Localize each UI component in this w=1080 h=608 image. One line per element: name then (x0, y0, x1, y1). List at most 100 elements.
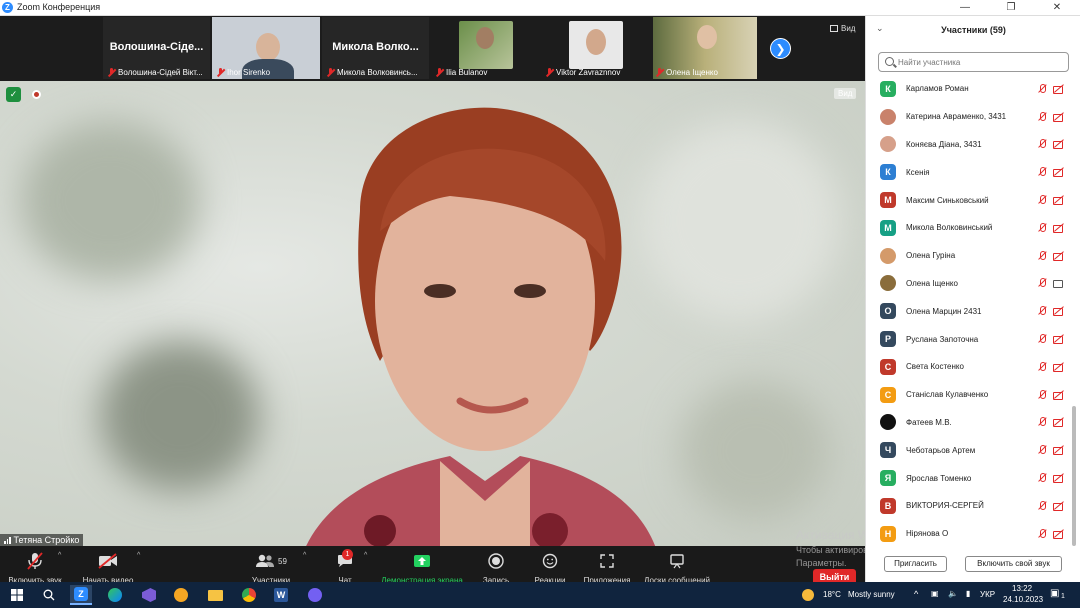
participant-row[interactable]: К Карламов Роман (866, 75, 1071, 103)
mic-muted-icon (1037, 222, 1047, 233)
view-button-main[interactable]: Вид (834, 88, 857, 99)
mic-muted-icon (1037, 83, 1047, 94)
weather-text: Mostly sunny (848, 590, 895, 599)
search-input[interactable] (898, 55, 1066, 69)
speaker-name-tag: Тетяна Стройко (0, 534, 84, 546)
close-icon[interactable]: ✕ (1034, 0, 1080, 16)
invite-button[interactable]: Пригласить (884, 556, 947, 572)
participant-row[interactable]: Я Ярослав Томенко (866, 464, 1071, 492)
chevron-up-icon[interactable]: ^ (914, 589, 918, 599)
mic-muted-icon (1037, 139, 1047, 149)
participant-row[interactable]: М Микола Волковинський (866, 214, 1071, 242)
chevron-up-icon[interactable]: ^ (58, 552, 61, 559)
avatar: Р (880, 331, 896, 348)
apps-button[interactable]: Приложения (580, 550, 634, 585)
shield-icon[interactable]: ✓ (6, 87, 21, 102)
chat-button[interactable]: 1 Чат (330, 549, 360, 585)
chevron-right-icon[interactable]: ❯ (770, 38, 791, 59)
camera-off-icon (1053, 84, 1065, 94)
notification-icon[interactable]: ▣ (1050, 588, 1059, 599)
title-bar: Z Zoom Конференция — ❐ ✕ (0, 0, 1080, 16)
mic-muted-icon (326, 68, 335, 77)
reactions-button[interactable]: Реакции (530, 550, 570, 585)
participant-row[interactable]: Катерина Авраменко, 3431 (866, 103, 1071, 131)
avatar: М (880, 219, 896, 236)
battery-icon[interactable]: ▮ (966, 589, 970, 598)
chevron-up-icon[interactable]: ^ (137, 552, 140, 559)
search-icon[interactable] (38, 585, 60, 605)
view-button-top[interactable]: Вид (830, 24, 855, 33)
chevron-up-icon[interactable]: ^ (364, 552, 367, 559)
restore-icon[interactable]: ❐ (988, 0, 1034, 16)
participant-face (476, 27, 494, 49)
app-triangle-icon[interactable] (170, 585, 192, 605)
mic-muted-icon (216, 68, 225, 77)
mic-muted-icon (1037, 334, 1047, 344)
file-explorer-icon[interactable] (204, 585, 226, 605)
clock-date[interactable]: 24.10.2023 (1003, 595, 1043, 604)
unmute-button[interactable]: Включить звук (4, 550, 66, 585)
mic-muted-icon (435, 68, 444, 77)
participant-search[interactable] (878, 52, 1069, 72)
mic-muted-icon (1037, 445, 1047, 455)
apps-icon-wrap (580, 550, 634, 572)
participant-row[interactable]: К Ксенія (866, 158, 1071, 186)
video-thumbnail[interactable]: Ihor Sirenko (212, 17, 320, 79)
chevron-up-icon[interactable]: ^ (303, 552, 306, 559)
participant-name: Света Костенко (906, 362, 964, 372)
video-thumbnail[interactable]: Ilia Bulanov (431, 17, 539, 79)
participant-name: ВИКТОРИЯ-СЕРГЕЙ (906, 501, 984, 511)
participants-count: 59 (278, 556, 287, 566)
participant-row[interactable]: О Олена Марцин 2431 (866, 297, 1071, 325)
share-screen-button[interactable]: Демонстрация экрана (378, 550, 466, 585)
thumbnail-big-name: Волошина-Сіде... (109, 41, 204, 53)
network-icon[interactable]: ▣ (931, 589, 939, 598)
chat-icon-wrap: 1 (330, 549, 360, 572)
weather-sun-icon[interactable] (800, 585, 816, 605)
participant-row[interactable]: Коняєва Діана, 3431 (866, 131, 1071, 159)
participant-row[interactable]: Р Руслана Запоточна (866, 325, 1071, 353)
chrome-icon[interactable] (238, 585, 260, 605)
minimize-icon[interactable]: — (942, 0, 988, 16)
clock-time[interactable]: 13:22 (1012, 584, 1032, 593)
avatar: С (880, 358, 896, 375)
participant-row[interactable]: Олена Гуріна (866, 242, 1071, 270)
start-video-button[interactable]: Начать видео (80, 550, 136, 585)
participant-row[interactable]: Н Нірянова О (866, 520, 1071, 548)
video-thumbnail[interactable]: Микола Волко... Микола Волковинсь... (322, 17, 429, 79)
participants-button[interactable]: 59 Участники (248, 550, 294, 585)
participant-row[interactable]: М Максим Синьковський (866, 186, 1071, 214)
participants-icon-wrap: 59 (248, 550, 294, 572)
participant-row[interactable]: Ч Чеботарьов Артем (866, 436, 1071, 464)
video-thumbnail[interactable]: Волошина-Сіде... Волошина-Сідей Вікт... (103, 17, 210, 79)
participant-row[interactable]: В ВИКТОРИЯ-СЕРГЕЙ (866, 492, 1071, 520)
edge-browser-icon[interactable] (104, 585, 126, 605)
participant-row[interactable]: С Станіслав Кулавченко (866, 381, 1071, 409)
people-icon (256, 554, 275, 567)
speaker-name: Тетяна Стройко (13, 535, 80, 545)
window-title: Zoom Конференция (17, 2, 101, 12)
zoom-app-icon[interactable]: Z (70, 585, 92, 605)
visual-studio-icon[interactable] (138, 585, 160, 605)
camera-icon-wrap (80, 550, 136, 572)
whiteboards-button[interactable]: Доски сообщений (640, 550, 714, 585)
unmute-self-button[interactable]: Включить свой звук (965, 556, 1062, 572)
video-thumbnail[interactable]: Олена Іщенко (651, 17, 759, 79)
record-button[interactable]: Запись (478, 550, 514, 585)
word-icon[interactable]: W (270, 585, 292, 605)
thumbnail-label-wrap: Viktor Zavraznnov (545, 68, 620, 77)
grid-view-icon (830, 25, 838, 32)
panel-scrollbar[interactable] (1072, 406, 1076, 546)
share-screen-icon (414, 555, 430, 567)
viber-icon[interactable] (304, 585, 326, 605)
participant-row[interactable]: Фатеев М.В. (866, 409, 1071, 437)
video-thumbnail[interactable]: Viktor Zavraznnov (541, 17, 649, 79)
windows-start-icon[interactable] (6, 585, 28, 605)
speaker-icon[interactable]: 🔈 (948, 589, 958, 598)
participant-row[interactable]: С Света Костенко (866, 353, 1071, 381)
participant-row[interactable]: Олена Іщенко (866, 270, 1071, 298)
camera-on-icon (1053, 278, 1065, 289)
camera-off-icon (1053, 139, 1065, 150)
input-language[interactable]: УКР (980, 590, 995, 599)
active-speaker-video[interactable]: ✓ Вид Тетяна Стройко (0, 81, 865, 546)
